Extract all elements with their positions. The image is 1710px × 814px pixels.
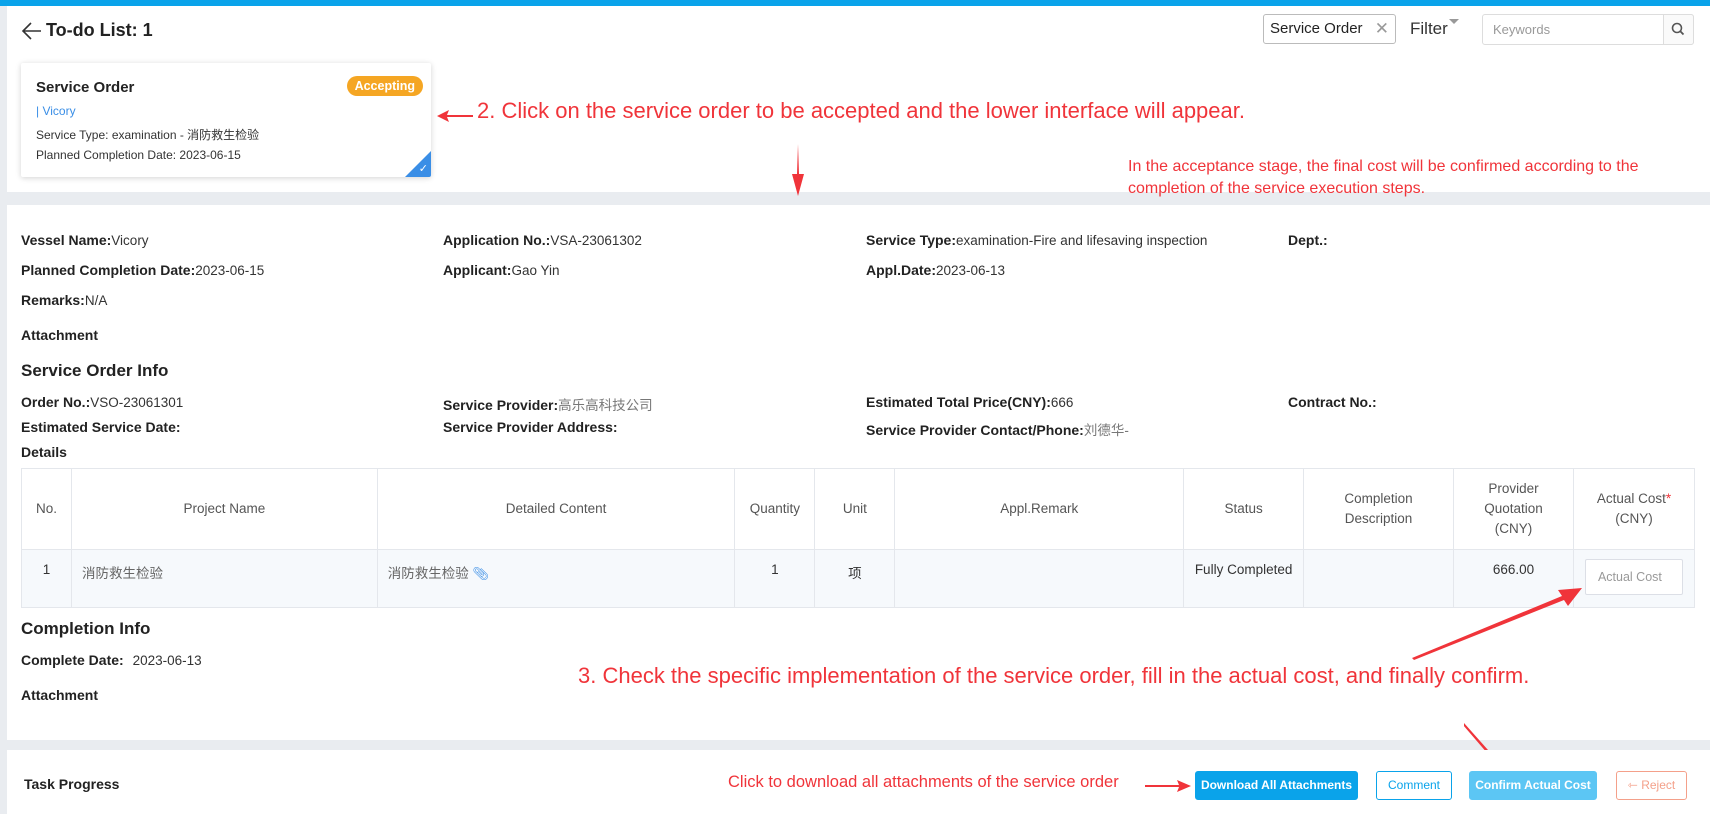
- search-icon: [1671, 22, 1685, 36]
- back-arrow-icon[interactable]: [21, 20, 43, 42]
- estimated-service-date-field: Estimated Service Date:: [21, 419, 181, 435]
- dept-field: Dept.:: [1288, 232, 1328, 248]
- estimated-price-value: 666: [1050, 395, 1074, 410]
- col-header-project-name: Project Name: [70, 468, 378, 550]
- details-label: Details: [21, 444, 67, 460]
- col-header-provider-quotation: Provider Quotation (CNY): [1453, 468, 1574, 550]
- complete-date-field: Complete Date: 2023-06-13: [21, 652, 202, 668]
- search-box: [1482, 14, 1694, 45]
- filter-dropdown[interactable]: Filter: [1410, 19, 1459, 39]
- contract-no-field: Contract No.:: [1288, 394, 1377, 410]
- cell-unit: 项: [814, 549, 896, 608]
- col-header-unit: Unit: [814, 468, 896, 550]
- appl-date-field: Appl.Date:2023-06-13: [866, 262, 1006, 278]
- planned-date-value: 2023-06-15: [195, 263, 265, 278]
- filter-label: Filter: [1410, 19, 1448, 38]
- cell-quantity: 1: [734, 549, 816, 608]
- col-header-no: No.: [21, 468, 72, 550]
- service-provider-value: 高乐高科技公司: [558, 398, 653, 413]
- status-badge: Accepting: [346, 76, 423, 96]
- confirm-actual-cost-button[interactable]: Confirm Actual Cost: [1469, 771, 1597, 800]
- order-no-field: Order No.:VSO-23061301: [21, 394, 184, 410]
- card-title: Service Order: [36, 79, 135, 96]
- applicant-value: Gao Yin: [511, 263, 560, 278]
- annotation-download-note: Click to download all attachments of the…: [728, 773, 1119, 791]
- provider-contact-field: Service Provider Contact/Phone:刘德华-: [866, 422, 1129, 438]
- keywords-input[interactable]: [1483, 15, 1663, 44]
- provider-contact-value: 刘德华-: [1083, 423, 1129, 438]
- cell-actual-cost: [1572, 549, 1696, 608]
- caret-down-icon: [1448, 19, 1459, 24]
- col-header-quantity: Quantity: [734, 468, 816, 550]
- actual-cost-input[interactable]: [1584, 559, 1683, 595]
- estimated-price-field: Estimated Total Price(CNY):666: [866, 394, 1074, 410]
- cell-project-name: 消防救生检验: [70, 549, 378, 608]
- appl-date-value: 2023-06-13: [936, 263, 1006, 278]
- service-order-card[interactable]: Service Order Accepting | Vicory Service…: [21, 63, 431, 177]
- col-header-actual-cost: Actual Cost* (CNY): [1572, 468, 1696, 550]
- paperclip-icon[interactable]: 📎︎: [472, 566, 489, 581]
- annotation-step-2: 2. Click on the service order to be acce…: [477, 98, 1245, 123]
- detail-panel: Vessel Name:Vicory Application No.:VSA-2…: [7, 205, 1710, 773]
- col-header-detailed-content: Detailed Content: [376, 468, 736, 550]
- cell-no: 1: [21, 549, 72, 608]
- service-type-field: Service Type:examination-Fire and lifesa…: [866, 232, 1208, 248]
- planned-date-field: Planned Completion Date:2023-06-15: [21, 262, 265, 278]
- required-asterisk: *: [1665, 491, 1672, 506]
- table-header-row: No. Project Name Detailed Content Quanti…: [21, 468, 1696, 550]
- annotation-left-arrow-icon: [437, 110, 473, 122]
- page-title: To-do List: 1: [46, 20, 153, 40]
- service-type-value: examination-Fire and lifesaving inspecti…: [956, 233, 1208, 248]
- card-planned-date: Planned Completion Date: 2023-06-15: [36, 148, 241, 162]
- comment-button[interactable]: Comment: [1376, 771, 1452, 800]
- card-service-type: Service Type: examination - 消防救生检验: [36, 128, 260, 142]
- cell-status: Fully Completed: [1183, 549, 1305, 608]
- attachment-label: Attachment: [21, 327, 99, 343]
- annotation-diagonal-arrow-icon: [1412, 586, 1582, 660]
- card-vessel: | Vicory: [36, 104, 76, 118]
- col-header-completion-description: Completion Description: [1303, 468, 1454, 550]
- applicant-field: Applicant:Gao Yin: [443, 262, 560, 278]
- action-panel: Task Progress Click to download all atta…: [7, 750, 1710, 814]
- annotation-cost-note: In the acceptance stage, the final cost …: [1128, 158, 1639, 197]
- close-icon[interactable]: ✕: [1375, 15, 1389, 43]
- application-no-field: Application No.:VSA-23061302: [443, 232, 642, 248]
- filter-chip[interactable]: Service Order ✕: [1263, 14, 1396, 44]
- provider-address-field: Service Provider Address:: [443, 419, 618, 435]
- service-provider-field: Service Provider:高乐高科技公司: [443, 397, 653, 413]
- order-no-value: VSO-23061301: [90, 395, 184, 410]
- download-all-attachments-button[interactable]: Download All Attachments: [1195, 771, 1358, 800]
- application-no-value: VSA-23061302: [550, 233, 642, 248]
- cell-detailed-content: 消防救生检验 📎︎: [376, 549, 736, 608]
- col-header-status: Status: [1183, 468, 1305, 550]
- vessel-name-field: Vessel Name:Vicory: [21, 232, 149, 248]
- search-button[interactable]: [1663, 14, 1694, 45]
- task-progress-label: Task Progress: [24, 776, 120, 792]
- remarks-field: Remarks:N/A: [21, 292, 108, 308]
- annotation-down-arrow-icon: [792, 144, 804, 196]
- remarks-value: N/A: [84, 293, 108, 308]
- annotation-right-arrow-icon: [1145, 780, 1191, 792]
- service-order-info-title: Service Order Info: [21, 361, 169, 380]
- completion-attachment-label: Attachment: [21, 687, 99, 703]
- filter-chip-label: Service Order: [1270, 20, 1363, 37]
- vessel-name-value: Vicory: [111, 233, 149, 248]
- cell-appl-remark: [894, 549, 1185, 608]
- reject-button[interactable]: ⇽ Reject: [1616, 771, 1687, 800]
- complete-date-value: 2023-06-13: [132, 653, 202, 668]
- completion-info-title: Completion Info: [21, 619, 151, 638]
- todo-panel: To-do List: 1 Service Order ✕ Filter Ser…: [7, 6, 1710, 197]
- check-icon: ✓: [418, 163, 428, 175]
- exit-icon: ⇽: [1627, 778, 1642, 792]
- col-header-appl-remark: Appl.Remark: [894, 468, 1185, 550]
- annotation-step-3: 3. Check the specific implementation of …: [578, 663, 1530, 688]
